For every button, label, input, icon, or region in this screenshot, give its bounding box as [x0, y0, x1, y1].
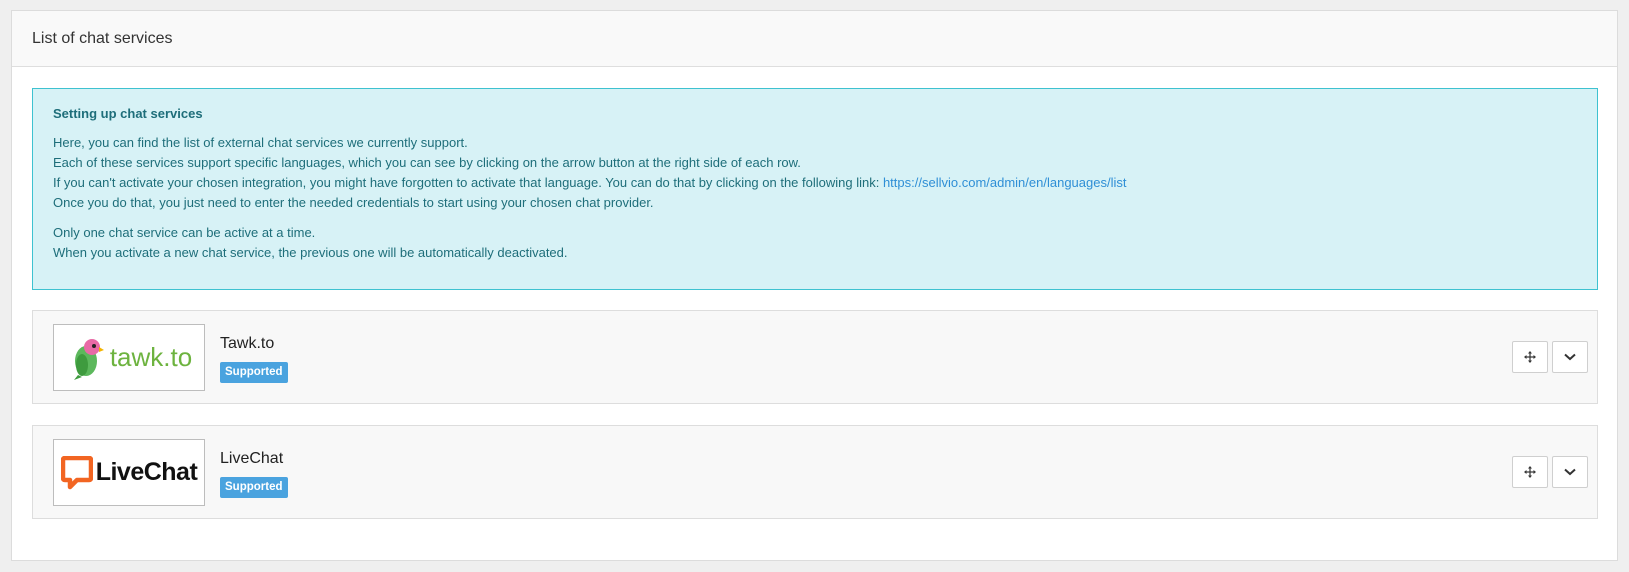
status-badge: Supported	[220, 362, 288, 383]
expand-button[interactable]	[1552, 341, 1588, 373]
service-row-tawkto: tawk.to Tawk.to Supported	[32, 310, 1598, 404]
expand-button[interactable]	[1552, 456, 1588, 488]
service-name: LiveChat	[220, 450, 284, 467]
livechat-logo: LiveChat	[53, 439, 205, 506]
service-row-livechat: LiveChat LiveChat Supported	[32, 425, 1598, 519]
chevron-down-icon	[1564, 353, 1576, 361]
chevron-down-icon	[1564, 468, 1576, 476]
panel-title: List of chat services	[12, 11, 1617, 67]
info-line: Here, you can find the list of external …	[53, 135, 468, 150]
languages-list-link[interactable]: https://sellvio.com/admin/en/languages/l…	[883, 175, 1127, 190]
parrot-icon	[73, 338, 104, 380]
info-alert: Setting up chat services Here, you can f…	[32, 88, 1598, 290]
chat-bubble-icon	[60, 455, 93, 489]
move-button[interactable]	[1512, 341, 1548, 373]
chat-services-panel: List of chat services Setting up chat se…	[11, 10, 1618, 561]
move-button[interactable]	[1512, 456, 1548, 488]
tawkto-logo-text: tawk.to	[109, 342, 193, 372]
info-title: Setting up chat services	[53, 106, 203, 121]
livechat-logo-text: LiveChat	[95, 458, 198, 486]
info-line: If you can't activate your chosen integr…	[53, 173, 1577, 193]
info-line: When you activate a new chat service, th…	[53, 245, 568, 260]
info-line: Once you do that, you just need to enter…	[53, 195, 654, 210]
status-badge: Supported	[220, 477, 288, 498]
service-name: Tawk.to	[220, 335, 275, 352]
info-line: Only one chat service can be active at a…	[53, 225, 316, 240]
info-line-text: If you can't activate your chosen integr…	[53, 175, 883, 190]
move-arrows-icon	[1524, 466, 1536, 478]
info-line: Each of these services support specific …	[53, 155, 801, 170]
tawkto-logo: tawk.to	[53, 324, 205, 391]
move-arrows-icon	[1524, 351, 1536, 363]
